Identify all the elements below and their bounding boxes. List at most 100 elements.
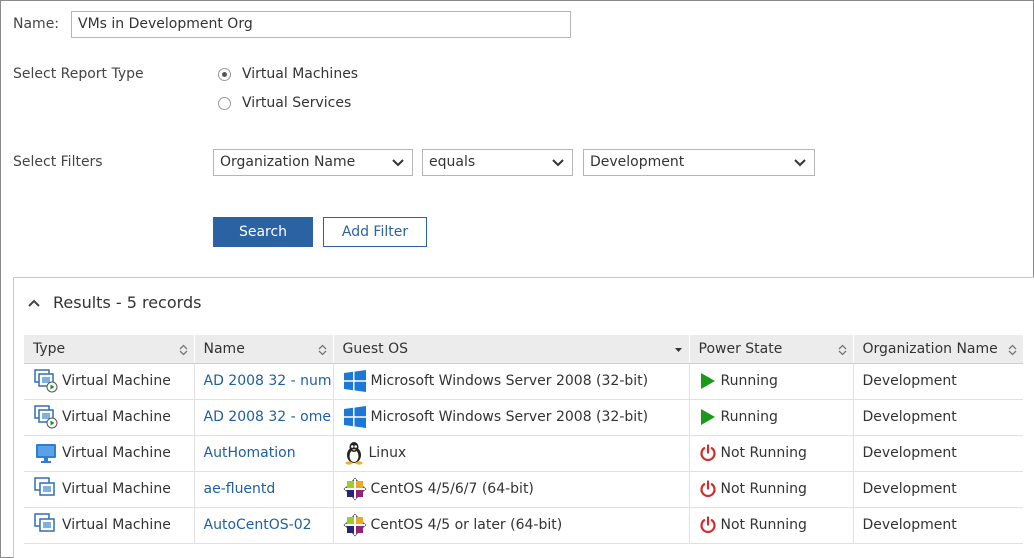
type-cell: Virtual Machine xyxy=(24,399,195,436)
sort-descending-icon[interactable] xyxy=(674,344,683,356)
windows-icon xyxy=(343,405,371,429)
power-off-icon xyxy=(699,516,721,534)
organization-cell: Development xyxy=(853,435,1023,472)
windows-icon xyxy=(343,369,371,393)
table-row[interactable]: Virtual Machine AutHomation Linux Not Ru… xyxy=(24,435,1023,472)
organization-text: Development xyxy=(862,445,957,461)
vm-stopped-icon xyxy=(34,477,62,501)
organization-text: Development xyxy=(862,409,957,425)
results-header[interactable]: Results - 5 records xyxy=(27,293,201,312)
type-cell: Virtual Machine xyxy=(24,435,195,472)
linux-tux-icon xyxy=(343,441,369,465)
radio-virtual-machines[interactable]: Virtual Machines xyxy=(218,66,358,82)
organization-cell: Development xyxy=(853,471,1023,508)
report-type-label: Select Report Type xyxy=(13,66,144,82)
filter-field-value: Organization Name xyxy=(220,154,356,170)
vm-name-link[interactable]: AutHomation xyxy=(204,445,296,461)
name-cell: ae-fluentd xyxy=(194,471,334,508)
power-state-cell: Not Running xyxy=(689,507,854,544)
column-header-name[interactable]: Name xyxy=(194,335,334,364)
filter-operator-value: equals xyxy=(429,154,476,170)
chevron-down-icon xyxy=(794,159,806,167)
guest-os-cell: CentOS 4/5/6/7 (64-bit) xyxy=(333,471,690,508)
type-cell: Virtual Machine xyxy=(24,507,195,544)
vm-name-link[interactable]: AD 2008 32 - ome xyxy=(204,409,331,425)
search-button[interactable]: Search xyxy=(213,217,313,247)
results-title: Results - 5 records xyxy=(53,293,202,312)
sort-both-icon[interactable] xyxy=(838,344,847,356)
type-text: Virtual Machine xyxy=(62,445,171,461)
column-header-organization-name[interactable]: Organization Name xyxy=(853,335,1023,364)
power-state-text: Not Running xyxy=(720,481,807,497)
name-input[interactable]: VMs in Development Org xyxy=(71,11,571,38)
column-header-label: Name xyxy=(203,340,245,357)
power-off-icon xyxy=(699,480,721,498)
guest-os-cell: Linux xyxy=(333,435,690,472)
name-cell: AutoCentOS-02 xyxy=(194,507,334,544)
organization-text: Development xyxy=(862,517,957,533)
power-state-cell: Running xyxy=(689,399,854,436)
table-row[interactable]: Virtual Machine AD 2008 32 - ome Microso… xyxy=(24,399,1023,436)
column-header-label: Type xyxy=(33,340,66,357)
type-text: Virtual Machine xyxy=(62,373,171,389)
name-cell: AutHomation xyxy=(194,435,334,472)
guest-os-cell: CentOS 4/5 or later (64-bit) xyxy=(333,507,690,544)
power-state-text: Running xyxy=(720,409,778,425)
vm-name-link[interactable]: AutoCentOS-02 xyxy=(204,517,312,533)
type-text: Virtual Machine xyxy=(62,409,171,425)
guest-os-text: CentOS 4/5 or later (64-bit) xyxy=(370,517,563,533)
radio-label-virtual-services: Virtual Services xyxy=(242,95,352,111)
guest-os-text: Linux xyxy=(368,445,407,461)
vm-monitor-icon xyxy=(34,441,62,465)
organization-text: Development xyxy=(862,373,957,389)
table-row[interactable]: Virtual Machine ae-fluentd CentOS 4/5/6/… xyxy=(24,471,1023,508)
table-row[interactable]: Virtual Machine AD 2008 32 - num Microso… xyxy=(24,363,1023,400)
name-cell: AD 2008 32 - ome xyxy=(194,399,334,436)
vm-name-link[interactable]: ae-fluentd xyxy=(204,481,276,497)
power-state-cell: Not Running xyxy=(689,471,854,508)
power-state-cell: Running xyxy=(689,363,854,400)
column-header-guest-os[interactable]: Guest OS xyxy=(333,335,690,364)
guest-os-cell: Microsoft Windows Server 2008 (32-bit) xyxy=(333,363,690,400)
filter-value-value: Development xyxy=(590,154,685,170)
sort-both-icon[interactable] xyxy=(179,344,188,356)
filter-operator-select[interactable]: equals xyxy=(422,149,573,176)
filter-value-select[interactable]: Development xyxy=(583,149,815,176)
radio-button-unchecked[interactable] xyxy=(218,96,231,110)
power-state-text: Running xyxy=(720,373,778,389)
vm-running-icon xyxy=(34,405,62,429)
radio-virtual-services[interactable]: Virtual Services xyxy=(218,95,351,111)
table-row[interactable]: Virtual Machine AutoCentOS-02 CentOS 4/5… xyxy=(24,507,1023,544)
column-header-label: Guest OS xyxy=(342,340,408,357)
radio-button-checked[interactable] xyxy=(218,67,231,81)
filter-field-select[interactable]: Organization Name xyxy=(213,149,413,176)
column-header-label: Power State xyxy=(698,340,783,357)
vm-stopped-icon xyxy=(34,513,62,537)
centos-icon xyxy=(343,513,371,537)
organization-cell: Development xyxy=(853,399,1023,436)
power-state-text: Not Running xyxy=(720,445,807,461)
power-state-cell: Not Running xyxy=(689,435,854,472)
play-icon xyxy=(699,408,721,426)
radio-label-virtual-machines: Virtual Machines xyxy=(242,66,359,82)
guest-os-text: Microsoft Windows Server 2008 (32-bit) xyxy=(370,409,649,425)
play-icon xyxy=(699,372,721,390)
chevron-down-icon xyxy=(552,159,564,167)
type-text: Virtual Machine xyxy=(62,481,171,497)
organization-cell: Development xyxy=(853,507,1023,544)
column-header-power-state[interactable]: Power State xyxy=(689,335,854,364)
organization-cell: Development xyxy=(853,363,1023,400)
sort-both-icon[interactable] xyxy=(1008,344,1017,356)
power-state-text: Not Running xyxy=(720,517,807,533)
guest-os-text: CentOS 4/5/6/7 (64-bit) xyxy=(370,481,534,497)
chevron-up-icon[interactable] xyxy=(27,298,41,308)
type-text: Virtual Machine xyxy=(62,517,171,533)
centos-icon xyxy=(343,477,371,501)
add-filter-button[interactable]: Add Filter xyxy=(323,217,427,247)
name-label: Name: xyxy=(13,16,60,32)
vm-running-icon xyxy=(34,369,62,393)
results-table: Type Name Guest OS Power State Organizat… xyxy=(24,335,1023,544)
column-header-type[interactable]: Type xyxy=(24,335,195,364)
sort-both-icon[interactable] xyxy=(318,344,327,356)
vm-name-link[interactable]: AD 2008 32 - num xyxy=(204,373,332,389)
